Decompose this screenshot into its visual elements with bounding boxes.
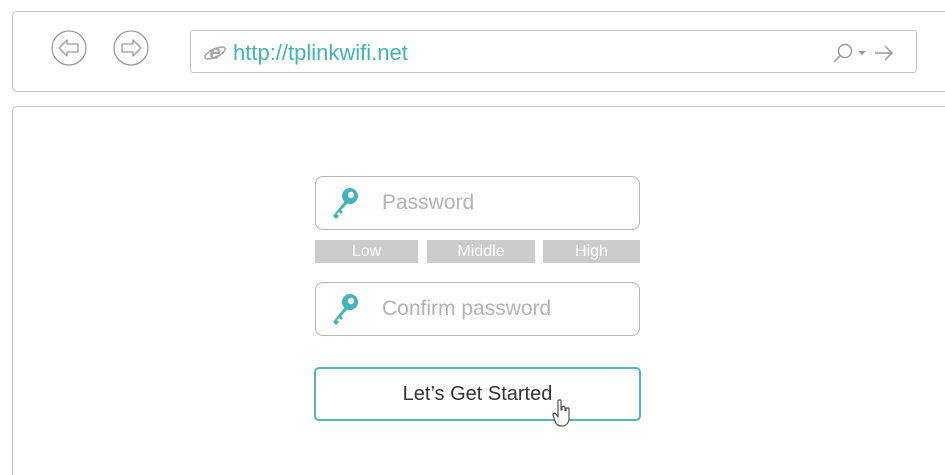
key-icon xyxy=(333,188,358,219)
back-arrow-circle-icon xyxy=(51,30,87,66)
hand-pointer-cursor-icon xyxy=(552,399,570,427)
svg-text:e: e xyxy=(209,42,220,64)
arrow-right-icon[interactable] xyxy=(873,43,895,63)
address-bar[interactable]: e http://tplinkwifi.net xyxy=(190,30,917,73)
internet-explorer-icon: e xyxy=(204,42,226,64)
password-field[interactable] xyxy=(315,176,640,230)
lets-get-started-button[interactable]: Let’s Get Started xyxy=(314,367,641,421)
page: e http://tplinkwifi.net Low Middle High xyxy=(0,0,945,475)
chevron-down-icon[interactable] xyxy=(856,45,868,59)
key-icon xyxy=(333,294,358,325)
confirm-password-input[interactable] xyxy=(382,295,622,323)
password-input[interactable] xyxy=(382,189,622,217)
url-text[interactable]: http://tplinkwifi.net xyxy=(233,40,408,66)
forward-arrow-circle-icon xyxy=(113,30,149,66)
back-button[interactable] xyxy=(51,30,87,66)
search-icon[interactable] xyxy=(831,41,855,65)
strength-high: High xyxy=(543,240,640,263)
strength-middle: Middle xyxy=(427,240,535,263)
strength-low: Low xyxy=(315,240,418,263)
confirm-password-field[interactable] xyxy=(315,282,640,336)
forward-button[interactable] xyxy=(113,30,149,66)
